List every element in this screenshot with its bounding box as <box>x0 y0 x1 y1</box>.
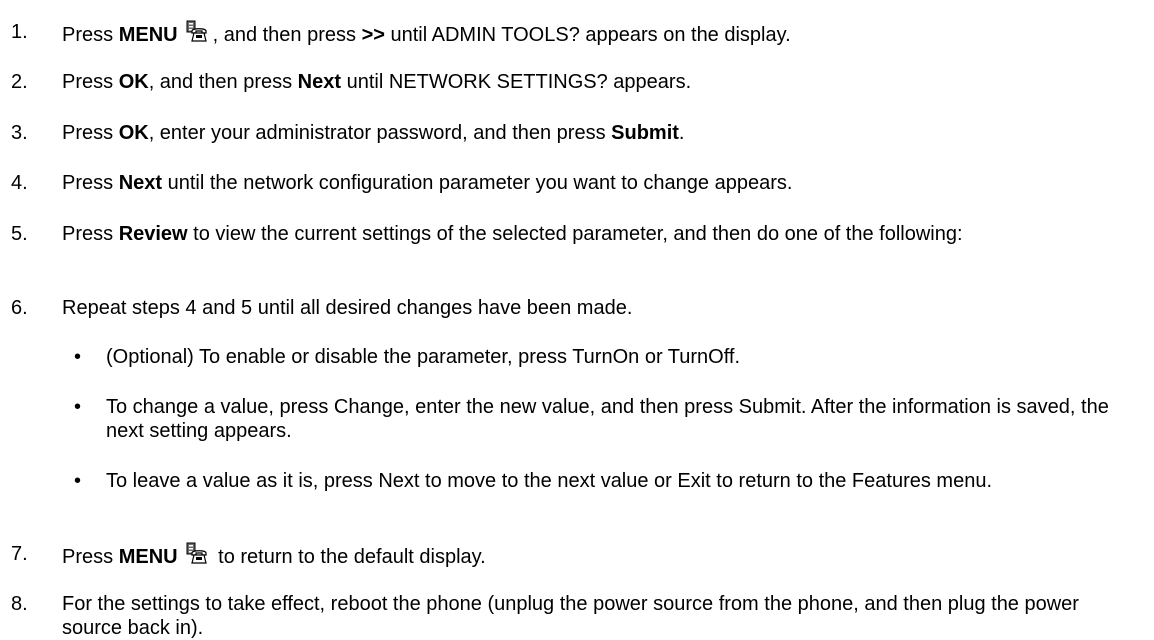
step-number: 1. <box>11 21 28 43</box>
instructions-document: 1. Press MENU, and then press >> until A… <box>0 0 1154 640</box>
next-key-label: Next <box>118 172 163 194</box>
step-text: Press Review to view the current setting… <box>62 223 963 245</box>
step-number: 7. <box>11 543 28 565</box>
review-key-label: Review <box>118 223 188 245</box>
bullet-text: To leave a value as it is, press Next to… <box>106 470 992 492</box>
ok-key-label: OK <box>118 71 149 93</box>
step-number: 3. <box>11 122 28 144</box>
step-number: 8. <box>11 593 28 615</box>
step-text: Repeat steps 4 and 5 until all desired c… <box>62 297 633 319</box>
step-text: Press MENU to return to the default disp… <box>62 542 1142 572</box>
next-key-label: Next <box>297 71 342 93</box>
step-number: 6. <box>11 297 28 319</box>
bullet-text: To change a value, press Change, enter t… <box>106 396 1109 442</box>
step-text: Press OK, enter your administrator passw… <box>62 122 685 144</box>
bullet-marker: • <box>74 346 82 368</box>
menu-key-label: MENU <box>118 546 178 568</box>
step-number: 4. <box>11 172 28 194</box>
bullet-text: (Optional) To enable or disable the para… <box>106 346 741 368</box>
menu-phone-icon <box>181 20 211 50</box>
step-text: Press OK, and then press Next until NETW… <box>62 71 692 93</box>
ok-key-label: OK <box>118 122 149 144</box>
step-number: 5. <box>11 223 28 245</box>
step-number: 2. <box>11 71 28 93</box>
step-text: For the settings to take effect, reboot … <box>62 593 1079 639</box>
menu-key-label: MENU <box>118 24 178 46</box>
menu-phone-icon <box>181 542 211 572</box>
step-text: Press MENU, and then press >> until ADMI… <box>62 20 1142 50</box>
bullet-marker: • <box>74 396 82 418</box>
forward-key-label: >> <box>361 24 385 46</box>
bullet-marker: • <box>74 470 82 492</box>
step-text: Press Next until the network configurati… <box>62 172 793 194</box>
submit-key-label: Submit <box>611 122 679 144</box>
